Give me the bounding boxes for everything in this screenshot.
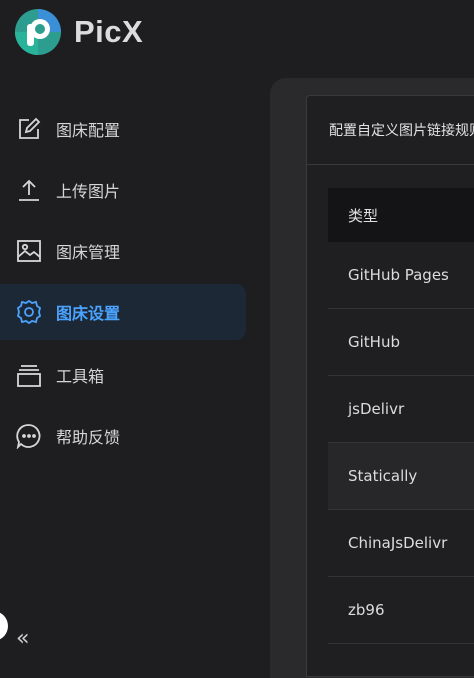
sidebar-item-label: 图床管理 — [56, 243, 121, 262]
table-row[interactable]: ChinaJsDelivr — [328, 510, 474, 577]
sidebar-item-label: 工具箱 — [56, 367, 105, 386]
card-title: 配置自定义图片链接规则 — [329, 123, 474, 139]
gear-icon — [16, 299, 42, 325]
sidebar-item-imagebed-settings[interactable]: 图床设置 — [0, 284, 246, 340]
image-icon — [17, 240, 41, 262]
toolbox-icon — [17, 365, 41, 387]
edit-icon — [19, 117, 41, 139]
table-row[interactable]: Statically — [328, 443, 474, 510]
sidebar-item-imagebed-config[interactable]: 图床配置 — [0, 101, 246, 157]
upload-icon — [19, 179, 39, 201]
sidebar-item-label: 帮助反馈 — [56, 428, 121, 447]
sidebar-item-imagebed-manage[interactable]: 图床管理 — [0, 223, 246, 279]
picx-logo-icon — [15, 9, 61, 55]
sidebar-item-label: 图床配置 — [56, 121, 121, 140]
app-logo[interactable]: PicX — [14, 8, 143, 56]
link-rule-table: 类型 GitHub Pages GitHub jsDelivr Statical… — [328, 188, 474, 644]
sidebar-item-toolbox[interactable]: 工具箱 — [0, 347, 246, 403]
collapse-sidebar-button[interactable]: « — [16, 626, 29, 651]
table-row[interactable]: jsDelivr — [328, 376, 474, 443]
sidebar-item-label: 上传图片 — [56, 182, 121, 201]
divider — [306, 164, 474, 165]
chat-icon — [16, 424, 41, 449]
table-row[interactable]: zb96 — [328, 577, 474, 644]
app-name: PicX — [74, 14, 144, 49]
sidebar-item-help[interactable]: 帮助反馈 — [0, 408, 246, 464]
table-header-type: 类型 — [328, 188, 474, 242]
sidebar: PicX 图床配置 上传图片 图床管理 图床设置 工具箱 帮助反馈 « — [0, 0, 262, 656]
sidebar-item-upload[interactable]: 上传图片 — [0, 162, 246, 218]
table-row[interactable]: GitHub Pages — [328, 242, 474, 309]
table-row[interactable]: GitHub — [328, 309, 474, 376]
sidebar-item-label: 图床设置 — [56, 304, 121, 323]
floating-handle[interactable] — [0, 611, 8, 641]
